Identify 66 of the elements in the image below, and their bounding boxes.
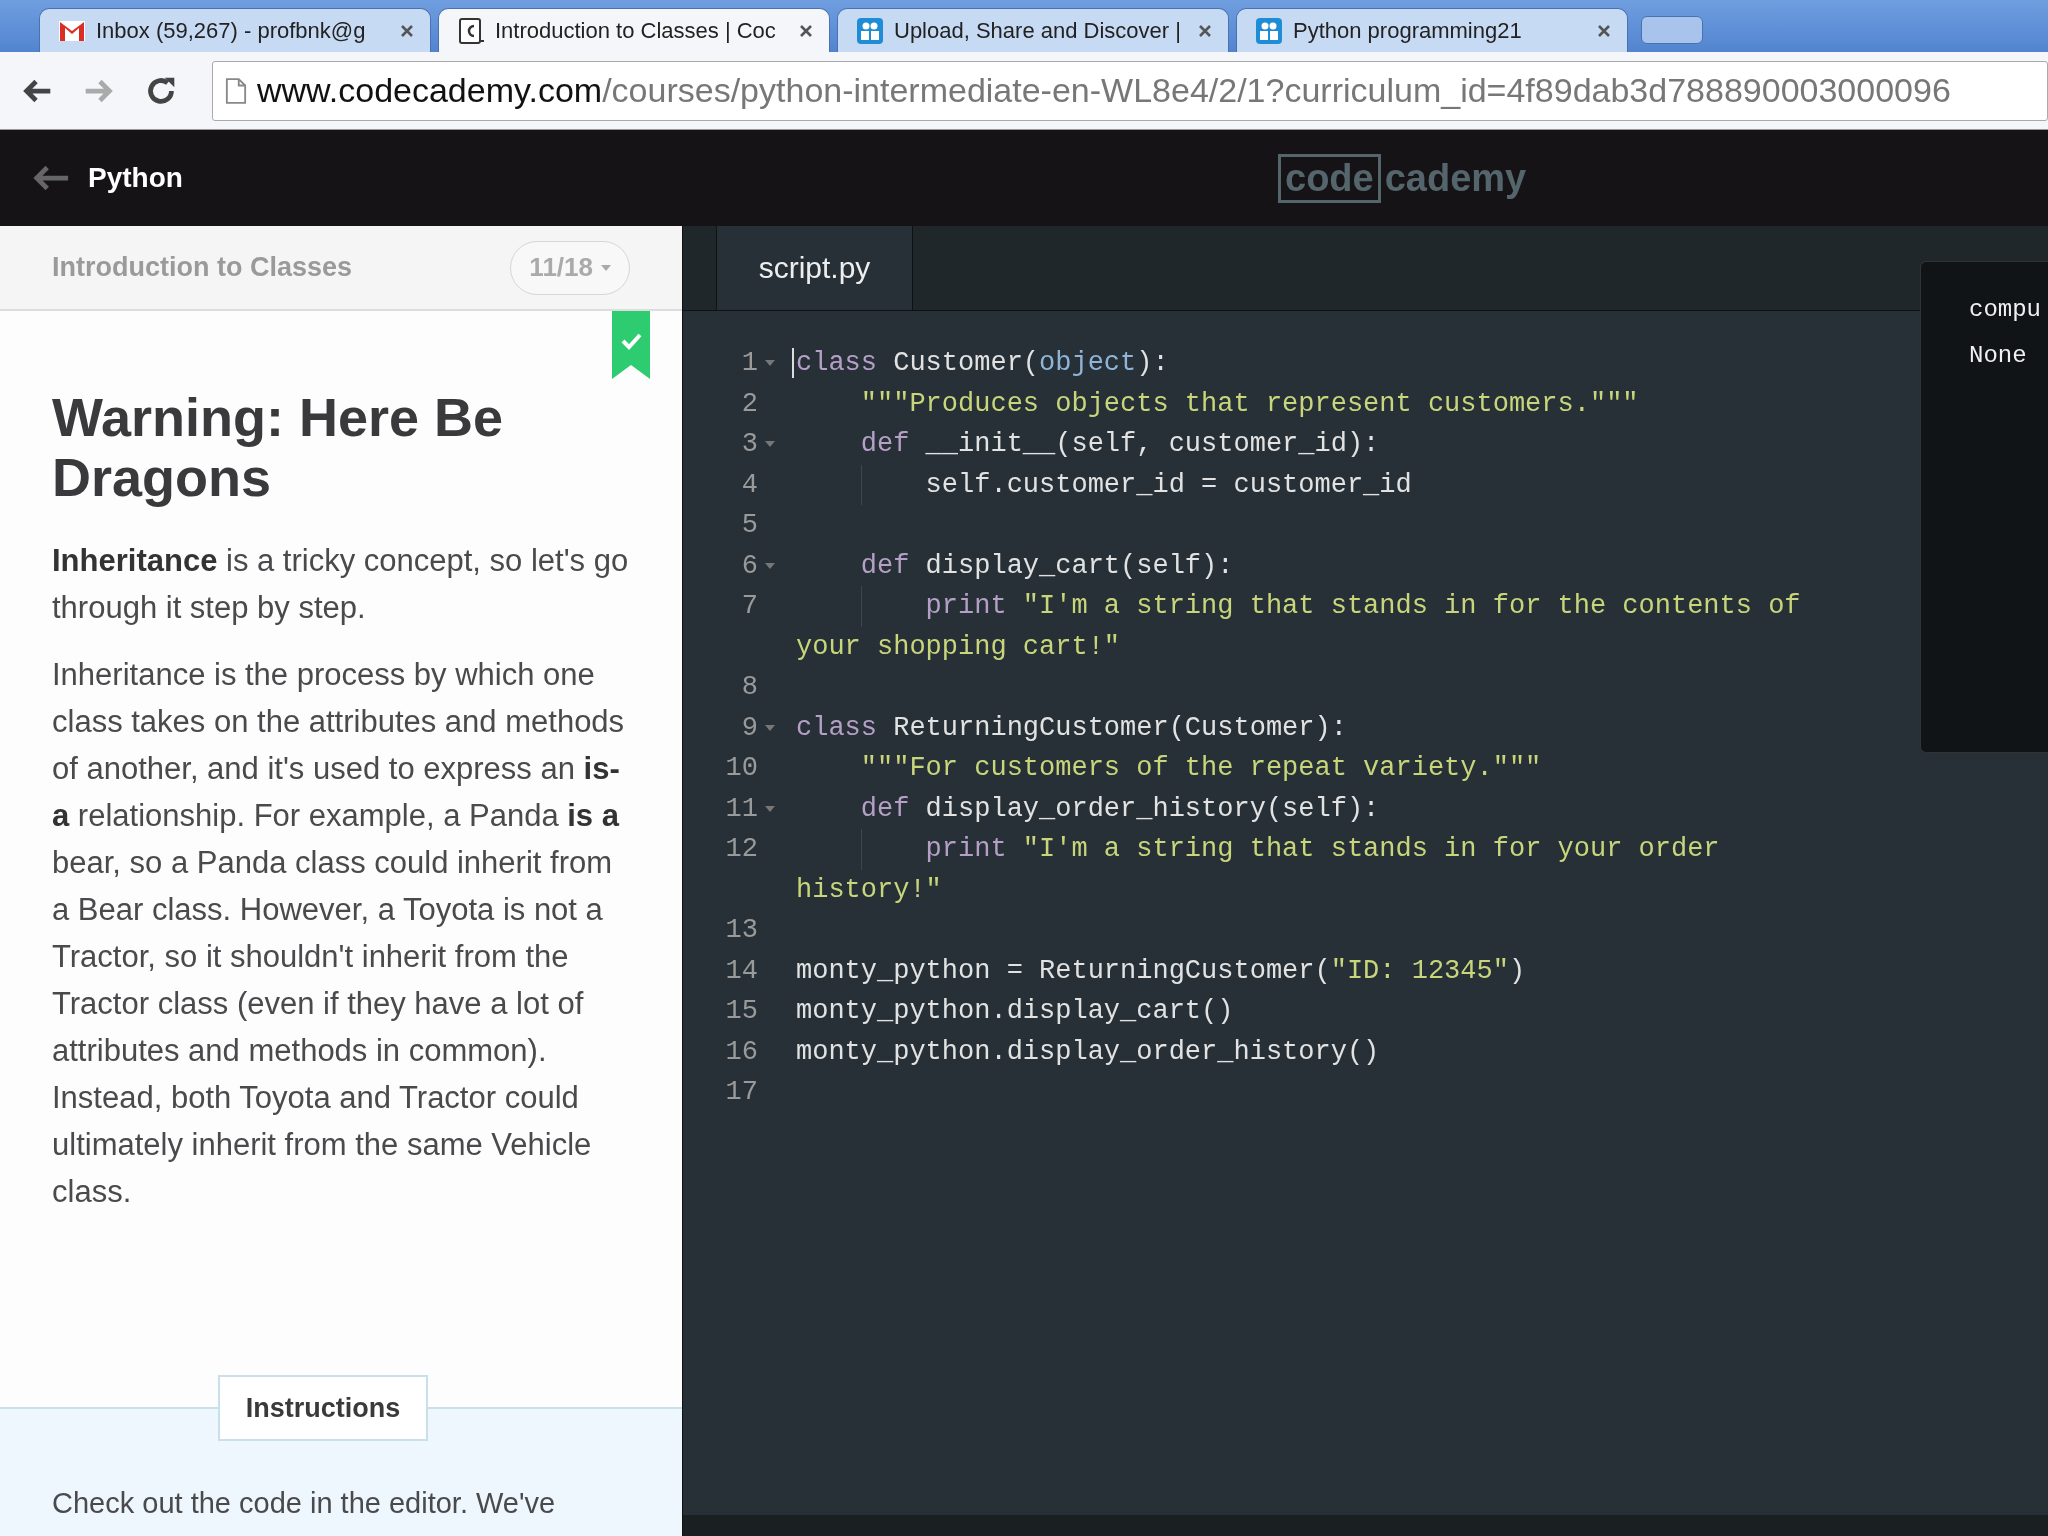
close-icon[interactable] [799,23,813,38]
code-line: monty_python.display_order_history() [796,1036,1380,1067]
code-line: class Customer(object): [796,348,1169,379]
instructions-text: Check out the code in the editor. We've [51,1486,557,1520]
line-number: 12 [725,834,758,865]
fold-icon[interactable] [765,441,775,448]
people-icon [856,16,884,45]
line-number: 2 [741,388,758,419]
code-line: print "I'm a string that stands in for your order [924,834,1720,865]
close-icon[interactable] [1597,23,1611,38]
back-arrow-icon[interactable] [32,163,70,193]
text-cursor [792,348,794,378]
code-line: def __init__(self, customer_id): [859,429,1380,460]
line-number: 3 [741,429,758,460]
caret-icon [601,264,611,271]
line-number: 4 [741,469,758,500]
lesson-heading: Warning: Here Be Dragons [52,387,505,507]
line-number: 7 [741,591,758,622]
line-number: 11 [725,793,758,824]
code-line: """Produces objects that represent customers.""" [859,388,1639,419]
code-line: print "I'm a string that stands in for the contents of [924,591,1801,622]
code-line: your shopping cart!" [796,631,1121,662]
line-number: 13 [725,915,758,946]
fold-icon[interactable] [765,724,775,731]
fold-icon[interactable] [765,360,775,367]
line-number: 9 [741,712,758,743]
code-line: """For customers of the repeat variety.""" [859,753,1542,784]
code-line: def display_order_history(self): [859,793,1380,824]
line-number: 5 [741,510,758,541]
code-line: monty_python.display_cart() [796,996,1234,1027]
people-icon [1255,16,1283,45]
new-tab-button[interactable] [1641,16,1703,44]
browser-tab[interactable]: Inbox (59,267) - profbnk@g [39,8,431,52]
url-path: /courses/python-intermediate-en-WL8e4/2/1?curriculum_id=4f89dab3d788890003000096 [602,71,1951,110]
code-line: class ReturningCustomer(Customer): [796,712,1347,743]
fold-icon[interactable] [765,805,775,812]
line-number: 10 [725,753,758,784]
line-number: 15 [725,996,758,1027]
url-host: www.codecademy.com [257,71,603,110]
code-line: self.customer_id = customer_id [924,469,1412,500]
line-number: 16 [725,1036,758,1067]
code-line: history!" [796,874,942,905]
close-icon[interactable] [1198,23,1212,38]
instructions-tab[interactable]: Instructions [218,1375,428,1441]
browser-tab[interactable]: Introduction to Classes | Coc [438,8,830,52]
line-number: 8 [741,672,758,703]
output-line: None [1969,342,2028,371]
close-icon[interactable] [400,23,414,38]
address-bar[interactable]: www.codecademy.com/courses/python-intermediate-en-WL8e4/2/1?curriculum_id=4f89dab3d788890003000096 [212,60,2048,121]
file-tab[interactable]: script.py [716,226,913,310]
code-line: def display_cart(self): [859,550,1234,581]
line-number: 1 [741,348,758,379]
line-number: 6 [741,550,758,581]
browser-tab[interactable]: Python programming21 [1236,8,1628,52]
lesson-title: Introduction to Classes [52,252,353,283]
page-icon [225,76,247,105]
paragraph: Inheritance is the process by which one class takes on the attributes and methods of another, and it's used to express an is-a relationship. For example, a Panda is a bear, so a Panda class could inherit from a Bear class. However, a Toyota is not a Tractor, so it shouldn't inherit from the Tractor class (even if they have a lot of attributes and methods in common). Instead, both Toyota and Tractor could ultimately inherit from the same Vehicle class. [52,656,626,1211]
line-number: 17 [725,1077,758,1108]
page-c-icon [457,16,485,45]
fold-icon[interactable] [765,562,775,569]
output-line: compu [1969,296,2042,325]
paragraph: Inheritance is a tricky concept, so let's go through it step by step. [52,542,630,627]
browser-tab[interactable]: Upload, Share and Discover | [837,8,1229,52]
course-link[interactable]: Python [88,162,183,194]
code-line: monty_python = ReturningCustomer("ID: 12345") [796,955,1526,986]
line-number: 14 [725,955,758,986]
